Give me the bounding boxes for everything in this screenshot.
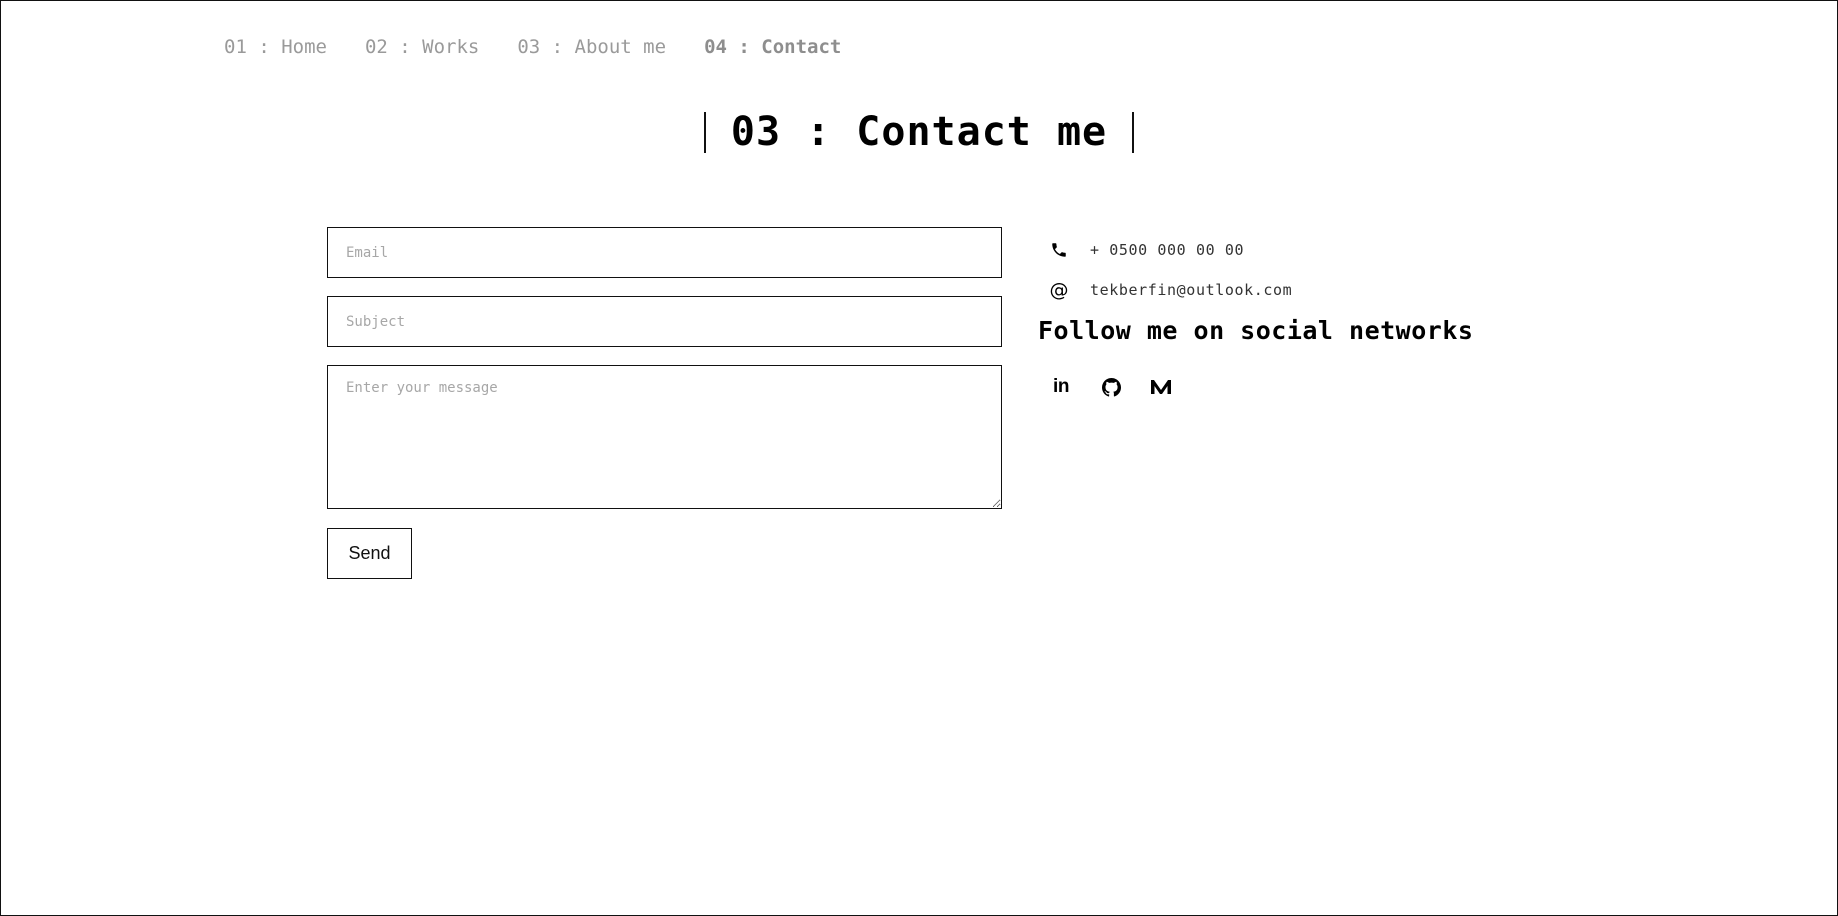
nav-item-works[interactable]: 02 : Works: [365, 36, 479, 58]
phone-row: + 0500 000 00 00: [1038, 236, 1538, 264]
nav-item-about[interactable]: 03 : About me: [517, 36, 666, 58]
email-address: tekberfin@outlook.com: [1090, 281, 1293, 299]
medium-icon[interactable]: [1146, 372, 1176, 402]
nav-item-contact[interactable]: 04 : Contact: [704, 36, 841, 58]
title-divider-right: [1132, 112, 1134, 153]
github-icon[interactable]: [1096, 372, 1126, 402]
contact-form: Send: [327, 227, 1003, 579]
email-field[interactable]: [327, 227, 1002, 278]
social-links: in: [1038, 372, 1538, 402]
linkedin-glyph: in: [1053, 376, 1069, 397]
at-sign-icon: @: [1049, 279, 1069, 301]
phone-number: + 0500 000 00 00: [1090, 241, 1245, 259]
nav-item-home[interactable]: 01 : Home: [224, 36, 327, 58]
email-row: @ tekberfin@outlook.com: [1038, 276, 1538, 304]
subject-field[interactable]: [327, 296, 1002, 347]
linkedin-icon[interactable]: in: [1046, 372, 1076, 402]
social-heading: Follow me on social networks: [1038, 316, 1474, 345]
page-title-block: 03 : Contact me: [704, 109, 1134, 155]
phone-icon: [1038, 236, 1080, 264]
send-button[interactable]: Send: [327, 528, 412, 579]
top-nav: 01 : Home 02 : Works 03 : About me 04 : …: [224, 36, 841, 58]
page-title: 03 : Contact me: [730, 109, 1108, 155]
message-field[interactable]: [327, 365, 1002, 509]
contact-info: + 0500 000 00 00 @ tekberfin@outlook.com…: [1038, 236, 1538, 402]
